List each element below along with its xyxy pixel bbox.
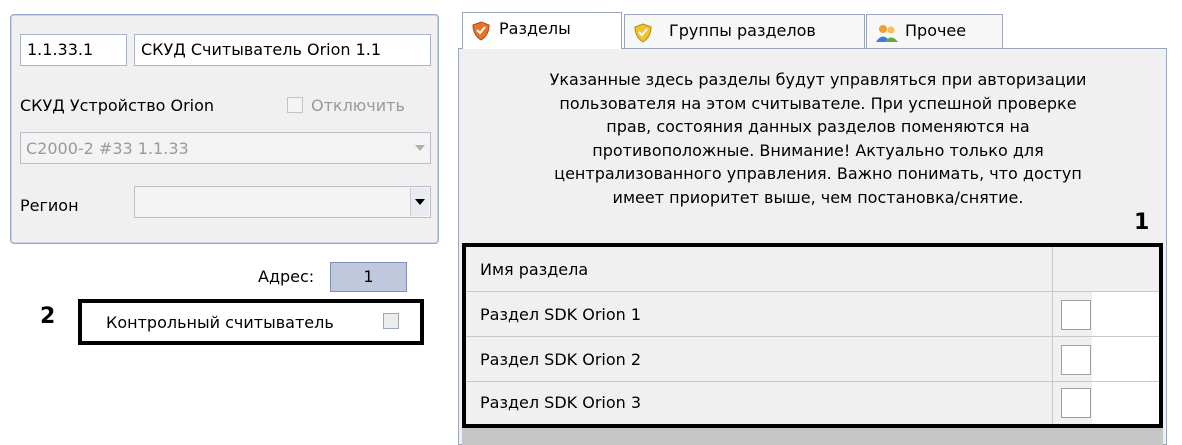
table-row[interactable]: Раздел SDK Orion 3: [466, 382, 1159, 424]
section-checkbox[interactable]: [1061, 345, 1091, 375]
device-combobox-value: С2000-2 #33 1.1.33: [26, 139, 189, 158]
users-icon: [875, 22, 898, 42]
description-line: прав, состояния данных разделов поменяют…: [606, 117, 1030, 136]
device-label: СКУД Устройство Orion: [20, 96, 215, 115]
device-combobox-arrow[interactable]: [411, 134, 429, 162]
checkbox-cell: [1092, 292, 1159, 336]
tab-section-groups-label: Группы разделов: [669, 21, 816, 40]
region-label: Регион: [20, 196, 79, 215]
shield-orange-icon: [471, 20, 491, 41]
tab-section-groups[interactable]: Группы разделов: [624, 14, 865, 48]
description-line: имеет приоритет выше, чем постановка/сня…: [612, 187, 1024, 207]
region-combobox-arrow[interactable]: [410, 188, 429, 216]
callout-number-2: 2: [40, 304, 56, 329]
callout-number-1: 1: [1134, 210, 1150, 235]
chevron-down-icon: [415, 199, 425, 205]
address-field[interactable]: 1: [330, 262, 407, 292]
section-checkbox[interactable]: [1061, 300, 1091, 330]
tab-sections-label: Разделы: [499, 19, 571, 38]
tab-other-label: Прочее: [905, 21, 967, 40]
reader-id-field[interactable]: 1.1.33.1: [20, 34, 127, 66]
tab-sections[interactable]: Разделы: [462, 12, 622, 49]
control-reader-label: Контрольный считыватель: [106, 313, 334, 332]
section-name-cell: Раздел SDK Orion 2: [480, 350, 642, 369]
section-name-cell: Раздел SDK Orion 3: [480, 393, 642, 412]
chevron-down-icon: [415, 145, 425, 151]
shield-yellow-icon: [633, 22, 653, 43]
device-combobox[interactable]: С2000-2 #33 1.1.33: [20, 132, 431, 164]
disable-label: Отключить: [311, 96, 405, 115]
address-label: Адрес:: [258, 267, 315, 286]
description-line: централизованного управления. Важно пони…: [554, 164, 1082, 183]
table-header: Имя раздела: [466, 247, 1159, 292]
column-separator: [1052, 247, 1053, 291]
tab-other[interactable]: Прочее: [866, 14, 1003, 48]
disable-checkbox[interactable]: [287, 97, 303, 113]
column-separator: [1052, 292, 1053, 336]
description-line: пользователя на этом считывателе. При ус…: [559, 93, 1077, 113]
description-line: противоположные. Внимание! Актуально тол…: [592, 140, 1044, 160]
control-reader-checkbox[interactable]: [383, 313, 399, 329]
section-checkbox[interactable]: [1061, 388, 1091, 418]
reader-name-field[interactable]: СКУД Считыватель Orion 1.1: [134, 34, 431, 66]
sections-description: Указанные здесь разделы будут управлятьс…: [476, 68, 1160, 209]
column-header-section-name[interactable]: Имя раздела: [480, 247, 588, 292]
checkbox-cell: [1092, 382, 1159, 424]
table-empty-area: [462, 428, 1163, 445]
section-name-cell: Раздел SDK Orion 1: [480, 305, 642, 324]
column-separator: [1052, 337, 1053, 381]
region-combobox[interactable]: [134, 186, 431, 218]
table-row[interactable]: Раздел SDK Orion 2: [466, 337, 1159, 382]
checkbox-cell: [1092, 337, 1159, 381]
description-line: Указанные здесь разделы будут управлятьс…: [549, 70, 1087, 89]
column-separator: [1052, 382, 1053, 424]
sections-table[interactable]: Имя раздела Раздел SDK Orion 1 Раздел SD…: [462, 243, 1163, 428]
table-row[interactable]: Раздел SDK Orion 1: [466, 292, 1159, 337]
